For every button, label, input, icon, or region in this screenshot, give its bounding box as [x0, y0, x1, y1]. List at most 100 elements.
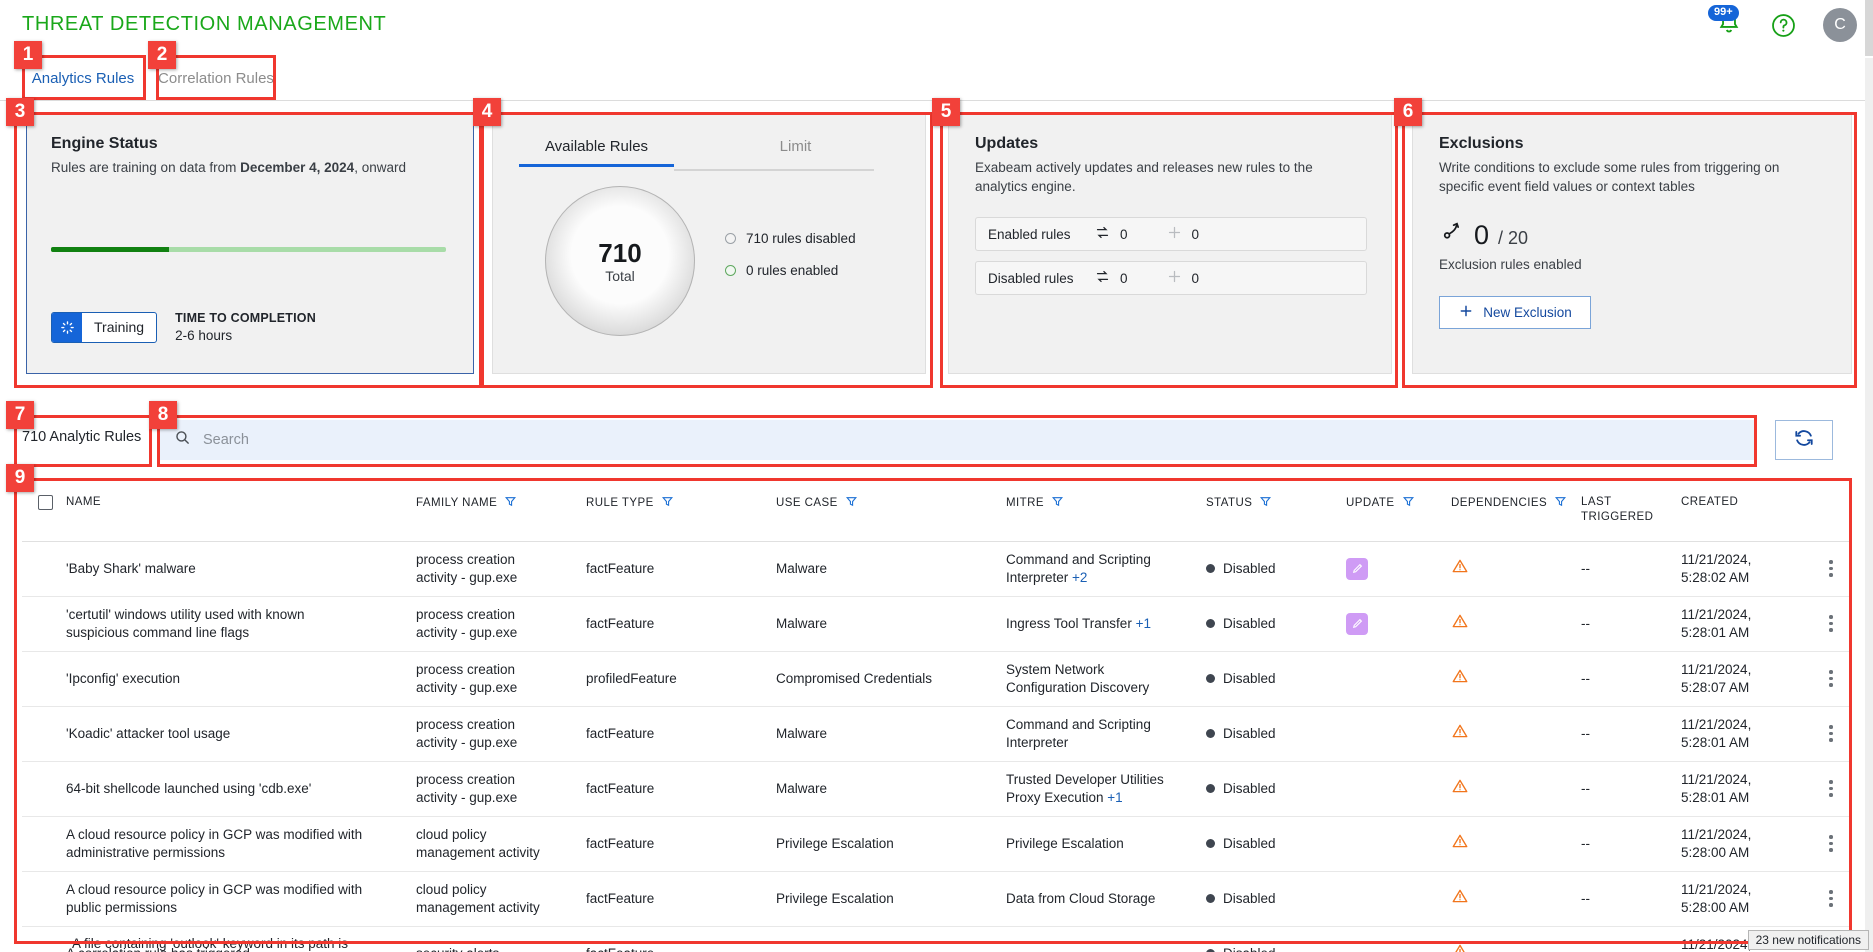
tab-available-rules[interactable]: Available Rules [519, 129, 674, 167]
search-icon [174, 429, 191, 451]
cell-family-name: process creation activity - gup.exe [416, 651, 586, 707]
refresh-button[interactable] [1775, 420, 1833, 460]
legend-item-enabled[interactable]: 0 rules enabled [725, 263, 856, 278]
header-actions: 99+ C [1708, 5, 1857, 42]
filter-icon[interactable] [1554, 495, 1567, 511]
cell-family-name: cloud policy management activity [416, 816, 586, 872]
summary-cards: Engine Status Rules are training on data… [0, 112, 1873, 390]
row-menu-button[interactable] [1811, 890, 1851, 907]
filter-icon[interactable] [845, 495, 858, 511]
table-partial-row: A file containing 'outlook' keyword in i… [72, 936, 349, 951]
avatar-initial: C [1834, 16, 1846, 33]
cell-status: Disabled [1206, 706, 1346, 762]
cell-mitre-more[interactable]: +1 [1107, 790, 1122, 805]
row-menu-button[interactable] [1811, 725, 1851, 742]
search-input[interactable] [203, 432, 1740, 448]
plus-icon [1458, 303, 1474, 322]
cell-created: 11/21/2024, 5:28:02 AM [1681, 541, 1811, 597]
table-row[interactable]: A cloud resource policy in GCP was modif… [22, 816, 1851, 872]
analytics-rules-table: NAME FAMILY NAME RULE TYPE USE CASE MITR… [22, 478, 1851, 952]
warning-triangle-icon[interactable] [1451, 889, 1469, 908]
row-menu-button[interactable] [1811, 780, 1851, 797]
warning-triangle-icon[interactable] [1451, 614, 1469, 633]
refresh-icon [1793, 427, 1815, 454]
filter-icon[interactable] [661, 495, 674, 511]
cell-dependencies [1451, 871, 1581, 927]
exclusions-card: Exclusions Write conditions to exclude s… [1412, 112, 1852, 374]
training-status-pill[interactable]: Training [51, 311, 158, 343]
status-label: Disabled [1223, 780, 1276, 796]
notifications-button[interactable]: 99+ [1708, 5, 1744, 41]
column-last-triggered: LAST TRIGGERED [1581, 479, 1681, 542]
table-row[interactable]: A cloud resource policy in GCP was modif… [22, 871, 1851, 927]
cell-created: 11/21/2024, 5:28:01 AM [1681, 596, 1811, 652]
time-to-completion-label: TIME TO COMPLETION [175, 311, 316, 325]
row-menu-button[interactable] [1811, 835, 1851, 852]
cell-dependencies [1451, 541, 1581, 597]
tabs-underline [674, 169, 874, 171]
cell-status: Disabled [1206, 816, 1346, 872]
main-tabs: Analytics Rules Correlation Rules [0, 56, 1873, 101]
rules-total-number: 710 [598, 237, 642, 268]
cell-status: Disabled [1206, 651, 1346, 707]
column-status-label: STATUS [1206, 496, 1253, 509]
warning-triangle-icon[interactable] [1451, 559, 1469, 578]
cell-mitre-more[interactable]: +1 [1136, 616, 1151, 631]
help-circle-icon[interactable] [1770, 12, 1797, 39]
filter-icon[interactable] [1402, 495, 1415, 511]
table-row[interactable]: 'Baby Shark' malware process creation act… [22, 541, 1851, 597]
select-all-checkbox[interactable] [38, 495, 53, 510]
cell-created: 11/21/2024, 5:28:00 AM [1681, 871, 1811, 927]
table-row[interactable]: 64-bit shellcode launched using 'cdb.exe… [22, 761, 1851, 817]
legend-item-disabled[interactable]: 710 rules disabled [725, 231, 856, 246]
avatar[interactable]: C [1823, 8, 1857, 42]
column-created-label: CREATED [1681, 496, 1739, 508]
filter-icon[interactable] [504, 495, 517, 511]
training-status-row: Training TIME TO COMPLETION 2-6 hours [51, 311, 316, 343]
table-row[interactable]: 'Ipconfig' execution process creation act… [22, 651, 1851, 707]
new-exclusion-button[interactable]: New Exclusion [1439, 296, 1591, 329]
row-menu-button[interactable] [1811, 615, 1851, 632]
sync-arrows-icon [1094, 224, 1111, 244]
cell-dependencies [1451, 596, 1581, 652]
row-menu-button[interactable] [1811, 670, 1851, 687]
column-rule-type: RULE TYPE [586, 479, 776, 542]
filter-icon[interactable] [1259, 495, 1272, 511]
row-menu-button[interactable] [1811, 560, 1851, 577]
cell-mitre: Trusted Developer Utilities Proxy Execut… [1006, 761, 1206, 817]
cell-mitre: Command and Scripting Interpreter [1006, 706, 1206, 762]
cell-dependencies [1451, 816, 1581, 872]
warning-triangle-icon[interactable] [1451, 834, 1469, 853]
engine-status-card: Engine Status Rules are training on data… [26, 112, 474, 374]
status-label: Disabled [1223, 890, 1276, 906]
update-edit-badge[interactable] [1346, 612, 1368, 635]
training-status-label: Training [94, 319, 145, 335]
cell-mitre-more[interactable]: +2 [1072, 570, 1087, 585]
cell-actions [1811, 596, 1851, 652]
cell-created: 11/21/2024, 5:28:07 AM [1681, 651, 1811, 707]
table-toolbar: 710 Analytic Rules [0, 415, 1873, 473]
warning-triangle-icon[interactable] [1451, 724, 1469, 743]
cell-mitre: Data from Cloud Storage [1006, 871, 1206, 927]
status-label: Disabled [1223, 670, 1276, 686]
status-label: Disabled [1223, 835, 1276, 851]
column-last-triggered-label: LAST TRIGGERED [1581, 496, 1654, 523]
table-row[interactable]: 'Koadic' attacker tool usage process crea… [22, 706, 1851, 762]
cell-actions [1811, 816, 1851, 872]
table-row[interactable]: 'certutil' windows utility used with kno… [22, 596, 1851, 652]
update-edit-badge[interactable] [1346, 557, 1368, 580]
warning-triangle-icon[interactable] [1451, 669, 1469, 688]
cell-name: 'certutil' windows utility used with kno… [66, 596, 416, 652]
updates-row-enabled-changed: 0 [1120, 226, 1128, 242]
status-label: Disabled [1223, 725, 1276, 741]
annotation-label-1: 1 [14, 41, 42, 69]
cell-dependencies [1451, 761, 1581, 817]
cell-last-triggered: -- [1581, 816, 1681, 872]
tab-limit[interactable]: Limit [718, 129, 873, 163]
page-scrollbar[interactable] [1865, 58, 1873, 952]
warning-triangle-icon[interactable] [1451, 779, 1469, 798]
search-field[interactable] [160, 420, 1754, 460]
filter-icon[interactable] [1051, 495, 1064, 511]
available-rules-card: Available Rules Limit 710 Total 710 rule… [492, 112, 926, 374]
notification-count-badge: 99+ [1708, 5, 1739, 21]
